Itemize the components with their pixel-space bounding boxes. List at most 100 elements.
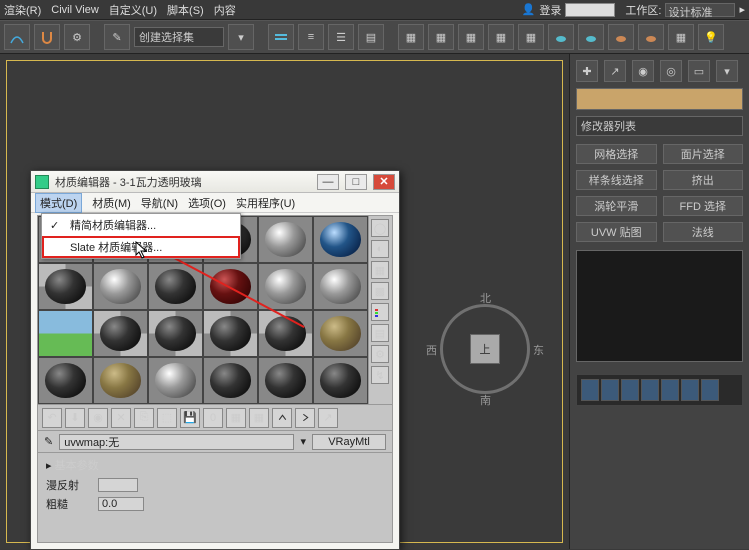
sample-slot[interactable] <box>93 357 148 404</box>
assign-icon[interactable]: ◉ <box>88 408 108 428</box>
tool-align-icon[interactable]: ≡ <box>298 24 324 50</box>
sample-slot[interactable] <box>38 263 93 310</box>
btn-mesh-select[interactable]: 网格选择 <box>576 144 657 164</box>
tool-teapot3-icon[interactable] <box>608 24 634 50</box>
tool-window2-icon[interactable]: ▦ <box>428 24 454 50</box>
tool-dropdown-icon[interactable]: ▾ <box>228 24 254 50</box>
tool-teapot4-icon[interactable] <box>638 24 664 50</box>
workspace-dropdown[interactable]: 设计标准 <box>665 3 735 17</box>
viewcube[interactable]: 上 北 南 东 西 <box>440 304 530 394</box>
sample-slot[interactable] <box>313 263 368 310</box>
tab-motion-icon[interactable]: ◎ <box>660 60 682 82</box>
mod-icon[interactable] <box>641 379 659 401</box>
sample-type-icon[interactable]: ◯ <box>371 219 389 237</box>
material-name-field[interactable]: uvwmap:无 <box>59 434 294 450</box>
chevron-right-icon[interactable]: ▸ <box>739 3 745 16</box>
select-by-mtl-icon[interactable]: ↯ <box>371 366 389 384</box>
btn-extrude[interactable]: 挤出 <box>663 170 744 190</box>
mod-icon[interactable] <box>661 379 679 401</box>
diffuse-swatch[interactable] <box>98 478 138 492</box>
tool-curve-icon[interactable] <box>4 24 30 50</box>
menu-mode[interactable]: 模式(D) <box>35 193 82 213</box>
menu-civilview[interactable]: Civil View <box>51 4 98 16</box>
make-preview-icon[interactable]: ▤ <box>371 324 389 342</box>
btn-spline-select[interactable]: 样条线选择 <box>576 170 657 190</box>
tool-window1-icon[interactable]: ▦ <box>398 24 424 50</box>
close-button[interactable]: ✕ <box>373 174 395 190</box>
put-to-library-icon[interactable]: 💾 <box>180 408 200 428</box>
sample-slot[interactable] <box>313 357 368 404</box>
tool-grid-icon[interactable]: ▦ <box>488 24 514 50</box>
tab-create-icon[interactable]: ✚ <box>576 60 598 82</box>
tool-layers1-icon[interactable] <box>268 24 294 50</box>
sample-slot[interactable] <box>38 310 93 357</box>
btn-ffd[interactable]: FFD 选择 <box>663 196 744 216</box>
modifier-list-dropdown[interactable]: 修改器列表 <box>576 116 743 136</box>
sample-slot[interactable] <box>148 357 203 404</box>
mod-icon[interactable] <box>581 379 599 401</box>
go-parent-icon[interactable] <box>272 408 292 428</box>
maximize-button[interactable]: □ <box>345 174 367 190</box>
sample-slot[interactable] <box>93 263 148 310</box>
sample-slot[interactable] <box>148 310 203 357</box>
btn-turbosmooth[interactable]: 涡轮平滑 <box>576 196 657 216</box>
tool-snap-icon[interactable]: ⚙ <box>64 24 90 50</box>
sample-slot[interactable] <box>258 357 313 404</box>
mod-icon[interactable] <box>601 379 619 401</box>
video-check-icon[interactable] <box>371 303 389 321</box>
tool-material-icon[interactable]: ▦ <box>518 24 544 50</box>
make-unique-icon[interactable]: ⬚ <box>157 408 177 428</box>
mod-icon[interactable] <box>701 379 719 401</box>
tool-magnet-icon[interactable] <box>34 24 60 50</box>
menu-navigation[interactable]: 导航(N) <box>141 195 178 211</box>
go-forward-icon[interactable] <box>295 408 315 428</box>
tool-stack-icon[interactable]: ▤ <box>358 24 384 50</box>
options-icon[interactable]: ⚙ <box>371 345 389 363</box>
modifier-stack[interactable] <box>576 250 743 362</box>
copy-icon[interactable]: ⎘ <box>134 408 154 428</box>
sample-slot[interactable] <box>258 216 313 263</box>
mod-icon[interactable] <box>621 379 639 401</box>
pick-icon[interactable]: ↗ <box>318 408 338 428</box>
tab-modify-icon[interactable]: ↗ <box>604 60 626 82</box>
menu-options[interactable]: 选项(O) <box>188 195 226 211</box>
menu-script[interactable]: 脚本(S) <box>167 2 204 18</box>
login-input[interactable] <box>565 3 615 17</box>
tool-window3-icon[interactable]: ▦ <box>458 24 484 50</box>
minimize-button[interactable]: — <box>317 174 339 190</box>
sample-slot[interactable] <box>313 310 368 357</box>
tool-brush-icon[interactable]: ✎ <box>104 24 130 50</box>
get-material-icon[interactable]: ↶ <box>42 408 62 428</box>
tab-utilities-icon[interactable]: ▾ <box>716 60 738 82</box>
eyedropper-icon[interactable]: ✎ <box>44 435 53 448</box>
menu-customize[interactable]: 自定义(U) <box>109 2 157 18</box>
btn-uvw-map[interactable]: UVW 贴图 <box>576 222 657 242</box>
uv-tiling-icon[interactable]: ▩ <box>371 282 389 300</box>
reset-icon[interactable]: ✕ <box>111 408 131 428</box>
rollout-header[interactable]: ▸ 基本参数 <box>46 457 384 473</box>
tab-display-icon[interactable]: ▭ <box>688 60 710 82</box>
menu-utilities[interactable]: 实用程序(U) <box>236 195 295 211</box>
show-end-icon[interactable]: ▦ <box>249 408 269 428</box>
btn-normal[interactable]: 法线 <box>663 222 744 242</box>
sample-slot[interactable] <box>203 357 258 404</box>
name-dropdown-icon[interactable]: ▾ <box>300 435 306 448</box>
sample-slot[interactable] <box>258 263 313 310</box>
selection-set-combo[interactable]: 创建选择集 <box>134 27 224 47</box>
background-icon[interactable]: ▦ <box>371 261 389 279</box>
material-type-button[interactable]: VRayMtl <box>312 434 386 450</box>
tool-list-icon[interactable]: ☰ <box>328 24 354 50</box>
menu-material[interactable]: 材质(M) <box>92 195 131 211</box>
tool-bulb-icon[interactable]: 💡 <box>698 24 724 50</box>
tab-hierarchy-icon[interactable]: ◉ <box>632 60 654 82</box>
object-color-swatch[interactable] <box>576 88 743 110</box>
mtl-id-icon[interactable]: 0 <box>203 408 223 428</box>
put-to-scene-icon[interactable]: ⬇ <box>65 408 85 428</box>
mod-icon[interactable] <box>681 379 699 401</box>
sample-slot[interactable] <box>203 310 258 357</box>
menu-compact-editor[interactable]: 精简材质编辑器... <box>42 214 240 236</box>
tool-teapot1-icon[interactable] <box>548 24 574 50</box>
sample-slot[interactable] <box>93 310 148 357</box>
show-map-icon[interactable]: ▦ <box>226 408 246 428</box>
tool-panel-icon[interactable]: ▦ <box>668 24 694 50</box>
